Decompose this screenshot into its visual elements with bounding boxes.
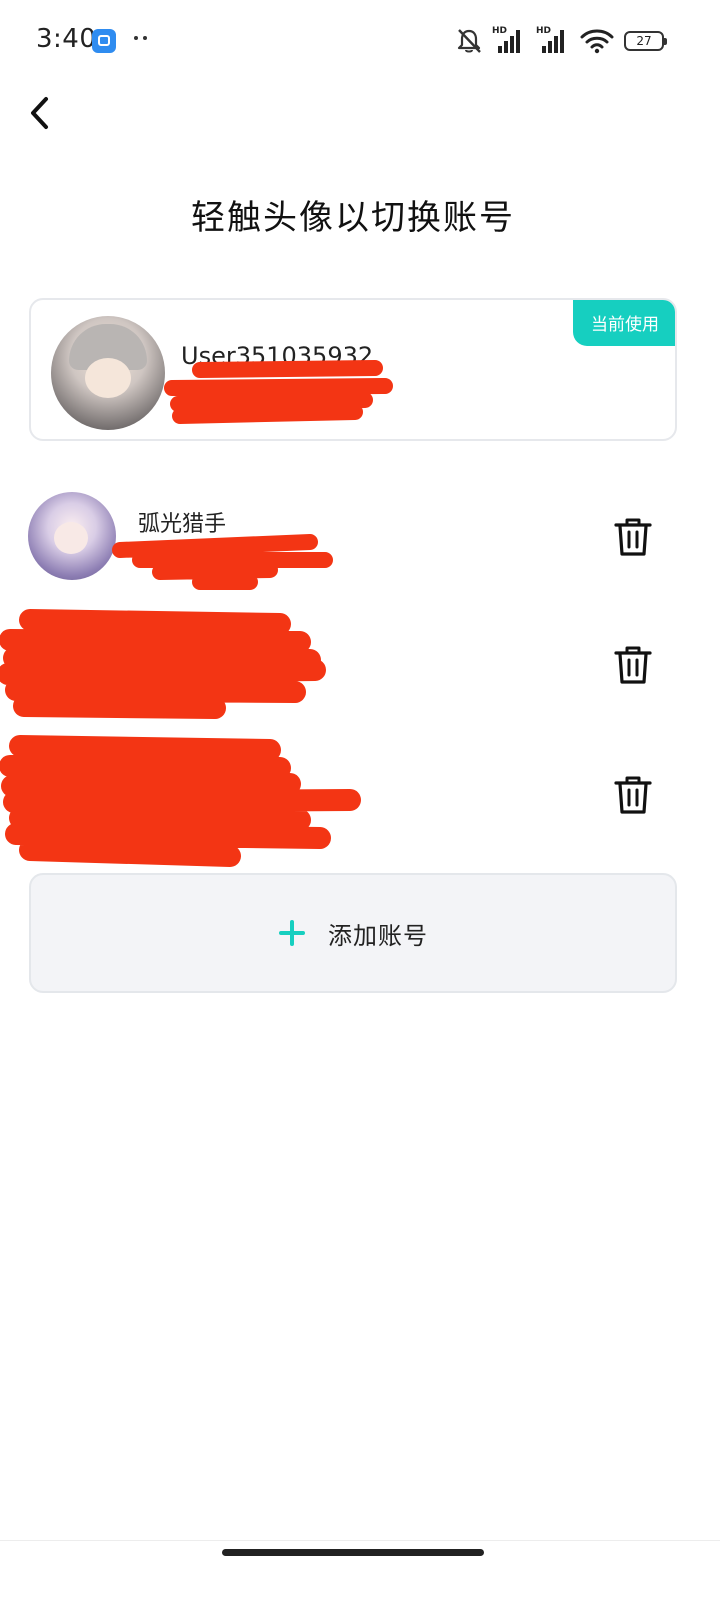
silent-bell-icon [457, 29, 481, 53]
add-account-button[interactable]: 添加账号 [29, 873, 677, 993]
account-name: 弧光猎手 [138, 512, 227, 537]
avatar[interactable] [28, 492, 116, 580]
signal-icon: HD [492, 26, 526, 56]
trash-icon [614, 646, 652, 684]
home-indicator[interactable] [222, 1549, 484, 1556]
add-account-label: 添加账号 [328, 921, 428, 950]
app-notification-icon [92, 29, 116, 53]
back-button[interactable] [22, 92, 62, 136]
chevron-left-icon [31, 97, 48, 129]
account-name: User351035932 [181, 342, 374, 370]
page-title: 轻触头像以切换账号 [191, 198, 515, 238]
signal-icon: HD [536, 26, 570, 56]
status-icons: HD HD 27 [456, 24, 667, 58]
account-list-item[interactable]: 弧光猎手 [0, 488, 706, 588]
delete-account-button[interactable] [610, 772, 656, 818]
more-dots-icon [132, 34, 150, 42]
account-list-item[interactable] [0, 616, 706, 716]
avatar[interactable] [28, 620, 116, 708]
current-account-card[interactable]: User351035932 当前使用 [29, 298, 677, 441]
current-account-badge: 当前使用 [573, 300, 675, 346]
status-time: 3:40 [36, 24, 97, 54]
trash-icon [614, 518, 652, 556]
delete-account-button[interactable] [610, 642, 656, 688]
account-list-item[interactable] [0, 746, 706, 846]
avatar[interactable] [51, 316, 165, 430]
plus-icon [279, 920, 305, 946]
battery-icon: 27 [624, 31, 667, 51]
avatar[interactable] [28, 750, 116, 838]
battery-level: 27 [636, 34, 652, 48]
wifi-icon [580, 29, 614, 54]
delete-account-button[interactable] [610, 514, 656, 560]
bottom-divider [0, 1540, 720, 1541]
status-bar: 3:40 HD HD 27 [0, 0, 720, 80]
trash-icon [614, 776, 652, 814]
